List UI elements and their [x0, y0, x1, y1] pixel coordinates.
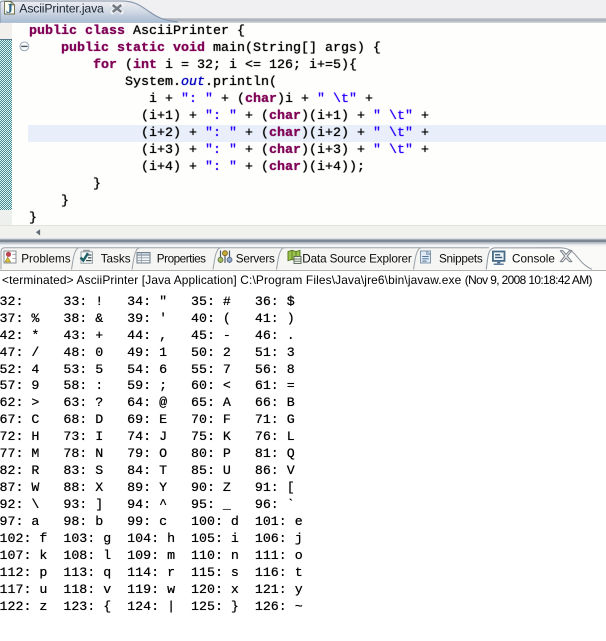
svg-text:Properties: Properties	[157, 252, 206, 265]
svg-text:Console: Console	[512, 252, 555, 265]
svg-text:J: J	[6, 2, 13, 17]
svg-text:Tasks: Tasks	[101, 252, 131, 265]
svg-text:Snippets: Snippets	[439, 252, 483, 265]
svg-text:Servers: Servers	[236, 252, 275, 265]
svg-text:Data Source Explorer: Data Source Explorer	[302, 252, 412, 265]
svg-text:AsciiPrinter.java: AsciiPrinter.java	[19, 2, 104, 16]
svg-text:Problems: Problems	[21, 252, 71, 265]
